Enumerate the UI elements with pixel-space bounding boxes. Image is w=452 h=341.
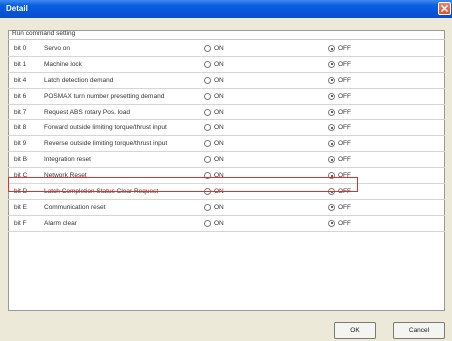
on-radio[interactable] — [204, 92, 211, 100]
bit-label: bit 1 — [14, 60, 27, 68]
on-label[interactable]: ON — [214, 156, 224, 163]
group-label: Run command setting — [12, 30, 76, 37]
setting-row: bit 9 Reverse outside limiting torque/thr… — [8, 136, 445, 153]
close-icon — [441, 5, 448, 12]
off-radio[interactable] — [328, 203, 335, 211]
on-radio[interactable] — [204, 203, 211, 211]
on-label[interactable]: ON — [214, 140, 224, 147]
off-label[interactable]: OFF — [338, 204, 351, 211]
off-label[interactable]: OFF — [338, 61, 351, 68]
off-label[interactable]: OFF — [338, 93, 351, 100]
setting-description: Communication reset — [44, 203, 106, 211]
setting-row: bit F Alarm clear ON OFF — [8, 216, 445, 232]
on-label[interactable]: ON — [214, 124, 224, 131]
off-radio[interactable] — [328, 76, 335, 84]
setting-row: bit 7 Request ABS rotary Pos. load ON OFF — [8, 105, 445, 121]
on-label[interactable]: ON — [214, 45, 224, 52]
off-label[interactable]: OFF — [338, 220, 351, 227]
setting-description: Servo on — [44, 45, 71, 52]
on-radio[interactable] — [204, 140, 211, 148]
on-radio[interactable] — [204, 45, 211, 52]
off-radio[interactable] — [328, 219, 335, 227]
setting-row: bit B Integration reset ON OFF — [8, 152, 445, 169]
off-radio[interactable] — [328, 60, 335, 68]
on-label[interactable]: ON — [214, 77, 224, 84]
off-radio[interactable] — [328, 92, 335, 100]
bit-label: bit E — [14, 203, 28, 211]
setting-row: bit E Communication reset ON OFF — [8, 200, 445, 216]
row-highlight — [8, 177, 358, 192]
on-radio[interactable] — [204, 60, 211, 68]
bit-label: bit 6 — [14, 92, 27, 100]
bit-label: bit 4 — [14, 76, 27, 84]
title-bar[interactable]: Detail — [0, 0, 452, 18]
close-button[interactable] — [438, 2, 451, 15]
bit-label: bit 7 — [14, 108, 27, 116]
off-label[interactable]: OFF — [338, 77, 351, 84]
on-radio[interactable] — [204, 108, 211, 116]
setting-description: Integration reset — [44, 156, 91, 164]
bit-label: bit 0 — [14, 45, 27, 52]
settings-list: bit 0 Servo on ON OFF bit 1 Machine lock ON OFF… — [8, 41, 445, 232]
bit-label: bit 9 — [14, 140, 27, 148]
on-label[interactable]: ON — [214, 204, 224, 211]
bit-label: bit B — [14, 156, 28, 164]
on-radio[interactable] — [204, 124, 211, 132]
setting-description: Reverse outside limiting torque/thrust i… — [44, 140, 168, 148]
setting-description: POSMAX turn number presetting demand — [44, 92, 165, 100]
cancel-button[interactable]: Cancel — [393, 322, 445, 339]
off-radio[interactable] — [328, 156, 335, 164]
on-label[interactable]: ON — [214, 220, 224, 227]
off-label[interactable]: OFF — [338, 140, 351, 147]
detail-dialog: Detail Run command setting bit 0 Servo on… — [0, 0, 452, 341]
on-label[interactable]: ON — [214, 109, 224, 116]
off-label[interactable]: OFF — [338, 156, 351, 163]
bit-label: bit 8 — [14, 124, 27, 132]
off-radio[interactable] — [328, 124, 335, 132]
on-label[interactable]: ON — [214, 93, 224, 100]
off-radio[interactable] — [328, 140, 335, 148]
window-title: Detail — [6, 4, 28, 13]
off-radio[interactable] — [328, 108, 335, 116]
ok-button[interactable]: OK — [334, 322, 376, 339]
off-label[interactable]: OFF — [338, 109, 351, 116]
setting-row: bit 0 Servo on ON OFF — [8, 41, 445, 57]
setting-description: Alarm clear — [44, 219, 77, 227]
setting-row: bit 6 POSMAX turn number presetting deman… — [8, 89, 445, 105]
setting-description: Forward outside limiting torque/thrust i… — [44, 124, 167, 132]
off-label[interactable]: OFF — [338, 124, 351, 131]
setting-row: bit 4 Latch detection demand ON OFF — [8, 73, 445, 89]
group-divider — [8, 39, 445, 40]
setting-row: bit 1 Machine lock ON OFF — [8, 57, 445, 73]
bit-label: bit F — [14, 219, 27, 227]
on-radio[interactable] — [204, 156, 211, 164]
setting-description: Request ABS rotary Pos. load — [44, 108, 130, 116]
on-radio[interactable] — [204, 76, 211, 84]
on-label[interactable]: ON — [214, 61, 224, 68]
off-radio[interactable] — [328, 45, 335, 52]
setting-row: bit 8 Forward outside limiting torque/thr… — [8, 120, 445, 137]
setting-description: Machine lock — [44, 60, 82, 68]
off-label[interactable]: OFF — [338, 45, 351, 52]
setting-description: Latch detection demand — [44, 76, 114, 84]
on-radio[interactable] — [204, 219, 211, 227]
